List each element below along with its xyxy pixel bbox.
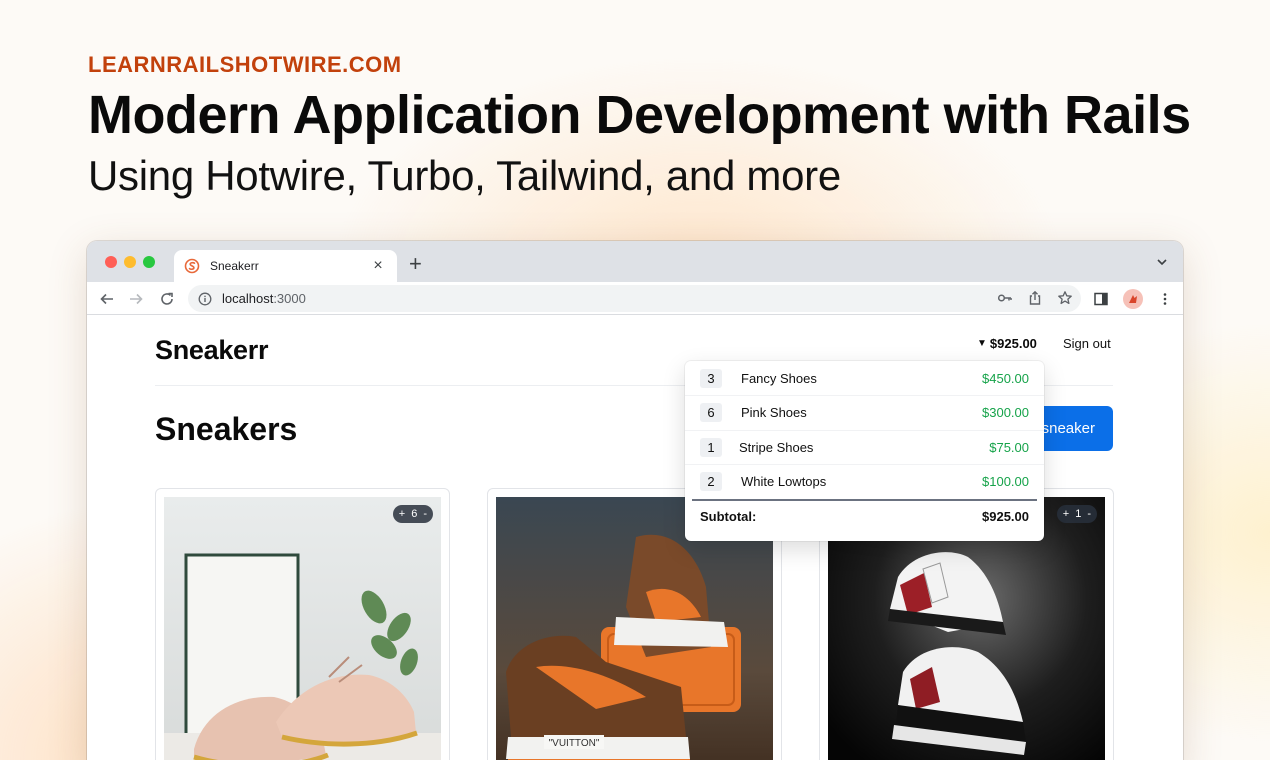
cart-item-price: $450.00 — [982, 370, 1029, 386]
decrement-button[interactable]: - — [423, 508, 427, 520]
close-window-button[interactable] — [105, 256, 117, 268]
sign-out-link[interactable]: Sign out — [1063, 336, 1111, 351]
page-title: Sneakers — [155, 411, 298, 447]
sneaker-card[interactable]: + 6 - — [155, 488, 450, 760]
cart-item-row[interactable]: 6 Pink Shoes $300.00 — [685, 395, 1044, 429]
app-logo[interactable]: Sneakerr — [155, 335, 268, 366]
cart-item-price: $75.00 — [989, 440, 1029, 455]
tab-title: Sneakerr — [210, 259, 259, 273]
increment-button[interactable]: + — [399, 508, 405, 520]
cart-item-name: Fancy Shoes — [741, 370, 817, 386]
cart-item-row[interactable]: 2 White Lowtops $100.00 — [685, 464, 1044, 498]
cart-item-price: $100.00 — [982, 474, 1029, 489]
sneakerr-favicon-icon — [184, 258, 200, 274]
cart-item-qty: 1 — [700, 438, 722, 457]
cart-item-qty: 2 — [700, 472, 722, 491]
app-page: Sneakerr ▼ $925.00 Sign out Sneakers sne… — [87, 315, 1183, 760]
key-icon[interactable] — [997, 290, 1013, 306]
address-bar[interactable]: localhost :3000 — [188, 285, 1081, 312]
profile-avatar-icon[interactable] — [1123, 289, 1143, 309]
back-arrow-icon[interactable] — [98, 290, 116, 308]
decrement-button[interactable]: - — [1087, 508, 1091, 520]
url-host: localhost — [222, 291, 274, 306]
maximize-window-button[interactable] — [143, 256, 155, 268]
cart-item-name: Stripe Shoes — [739, 440, 814, 455]
tab-strip: Sneakerr × + — [87, 241, 1183, 282]
cart-item-name: Pink Shoes — [741, 405, 807, 420]
svg-text:"VUITTON": "VUITTON" — [549, 738, 600, 749]
quantity-stepper[interactable]: + 6 - — [392, 505, 433, 523]
url-port: :3000 — [273, 291, 306, 306]
hero-kicker: LEARNRAILSHOTWIRE.COM — [88, 52, 402, 77]
quantity-stepper[interactable]: + 1 - — [1056, 505, 1097, 523]
browser-tab[interactable]: Sneakerr × — [174, 250, 397, 282]
browser-window: Sneakerr × + localhost :3000 Sneakerr ▼ … — [87, 241, 1183, 760]
new-tab-icon[interactable]: + — [409, 251, 422, 277]
subtotal-label: Subtotal: — [700, 509, 757, 524]
bookmark-star-icon[interactable] — [1057, 290, 1073, 306]
close-tab-icon[interactable]: × — [369, 257, 387, 275]
more-menu-icon[interactable] — [1157, 291, 1173, 307]
cart-item-row[interactable]: 3 Fancy Shoes $450.00 — [685, 361, 1044, 395]
side-panel-icon[interactable] — [1093, 291, 1109, 307]
minimize-window-button[interactable] — [124, 256, 136, 268]
cart-item-name: White Lowtops — [741, 474, 827, 489]
cart-item-qty: 6 — [700, 403, 722, 422]
sneaker-photo: + 6 - — [164, 497, 441, 760]
reload-icon[interactable] — [158, 290, 176, 308]
forward-arrow-icon[interactable] — [127, 290, 145, 308]
quantity-value: 6 — [411, 508, 418, 520]
cart-item-qty: 3 — [700, 368, 722, 388]
hero-title: Modern Application Development with Rail… — [88, 85, 1191, 145]
cart-total-value: $925.00 — [989, 336, 1037, 351]
quantity-value: 1 — [1075, 508, 1082, 520]
info-icon[interactable] — [198, 292, 212, 306]
cart-item-row[interactable]: 1 Stripe Shoes $75.00 — [685, 430, 1044, 464]
hero-subtitle: Using Hotwire, Turbo, Tailwind, and more — [88, 152, 841, 199]
cart-dropdown: 3 Fancy Shoes $450.00 6 Pink Shoes $300.… — [685, 361, 1044, 541]
share-icon[interactable] — [1027, 290, 1043, 306]
chevron-down-icon[interactable] — [1155, 255, 1169, 269]
cart-total-toggle[interactable]: ▼ $925.00 — [977, 336, 1037, 351]
increment-button[interactable]: + — [1063, 508, 1069, 520]
subtotal-value: $925.00 — [982, 509, 1029, 524]
caret-down-icon: ▼ — [977, 338, 987, 349]
subtotal-divider — [692, 499, 1037, 501]
cart-item-price: $300.00 — [982, 405, 1029, 420]
browser-toolbar: localhost :3000 — [87, 282, 1183, 315]
